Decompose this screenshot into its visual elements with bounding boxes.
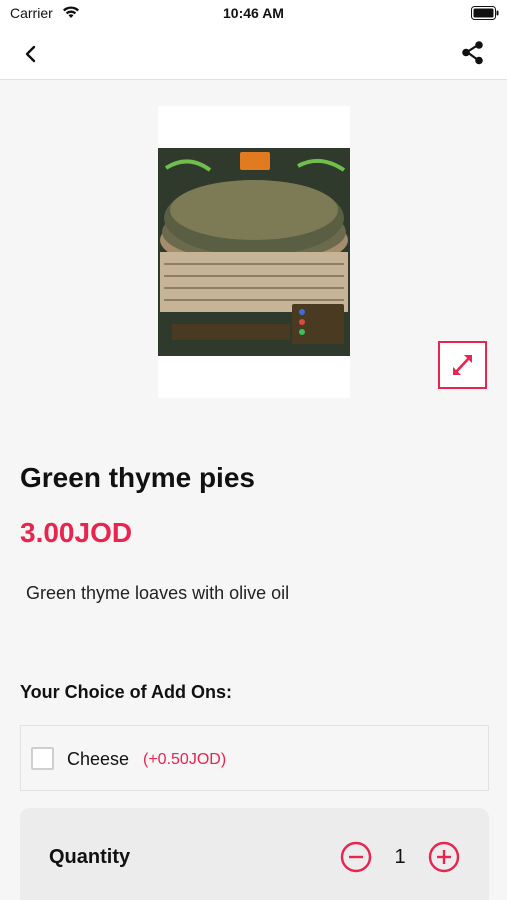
product-photo bbox=[158, 148, 350, 356]
decrease-quantity-button[interactable] bbox=[340, 841, 372, 873]
addon-option-cheese[interactable]: Cheese (+0.50JOD) bbox=[20, 725, 489, 791]
expand-arrows-icon bbox=[453, 355, 472, 375]
product-image-card[interactable] bbox=[158, 106, 350, 398]
clock: 10:46 AM bbox=[223, 5, 284, 21]
increase-quantity-button[interactable] bbox=[428, 841, 460, 873]
battery-icon bbox=[471, 6, 499, 23]
product-title: Green thyme pies bbox=[20, 462, 255, 493]
minus-circle-icon bbox=[340, 841, 372, 873]
product-price: 3.00JOD bbox=[20, 517, 133, 548]
quantity-label: Quantity bbox=[49, 846, 131, 868]
addon-checkbox[interactable] bbox=[31, 747, 54, 770]
addon-name: Cheese bbox=[67, 749, 130, 769]
back-chevron-icon[interactable] bbox=[18, 41, 44, 67]
quantity-value: 1 bbox=[394, 846, 406, 868]
plus-circle-icon bbox=[428, 841, 460, 873]
share-icon[interactable] bbox=[459, 39, 487, 67]
expand-image-button[interactable] bbox=[438, 341, 487, 389]
nav-bar bbox=[0, 28, 507, 80]
status-bar: Carrier 10:46 AM bbox=[0, 0, 507, 28]
addons-heading: Your Choice of Add Ons: bbox=[20, 682, 232, 702]
quantity-card: Quantity 1 bbox=[20, 808, 489, 900]
addon-price: (+0.50JOD) bbox=[143, 751, 227, 768]
product-description: Green thyme loaves with olive oil bbox=[26, 583, 290, 603]
